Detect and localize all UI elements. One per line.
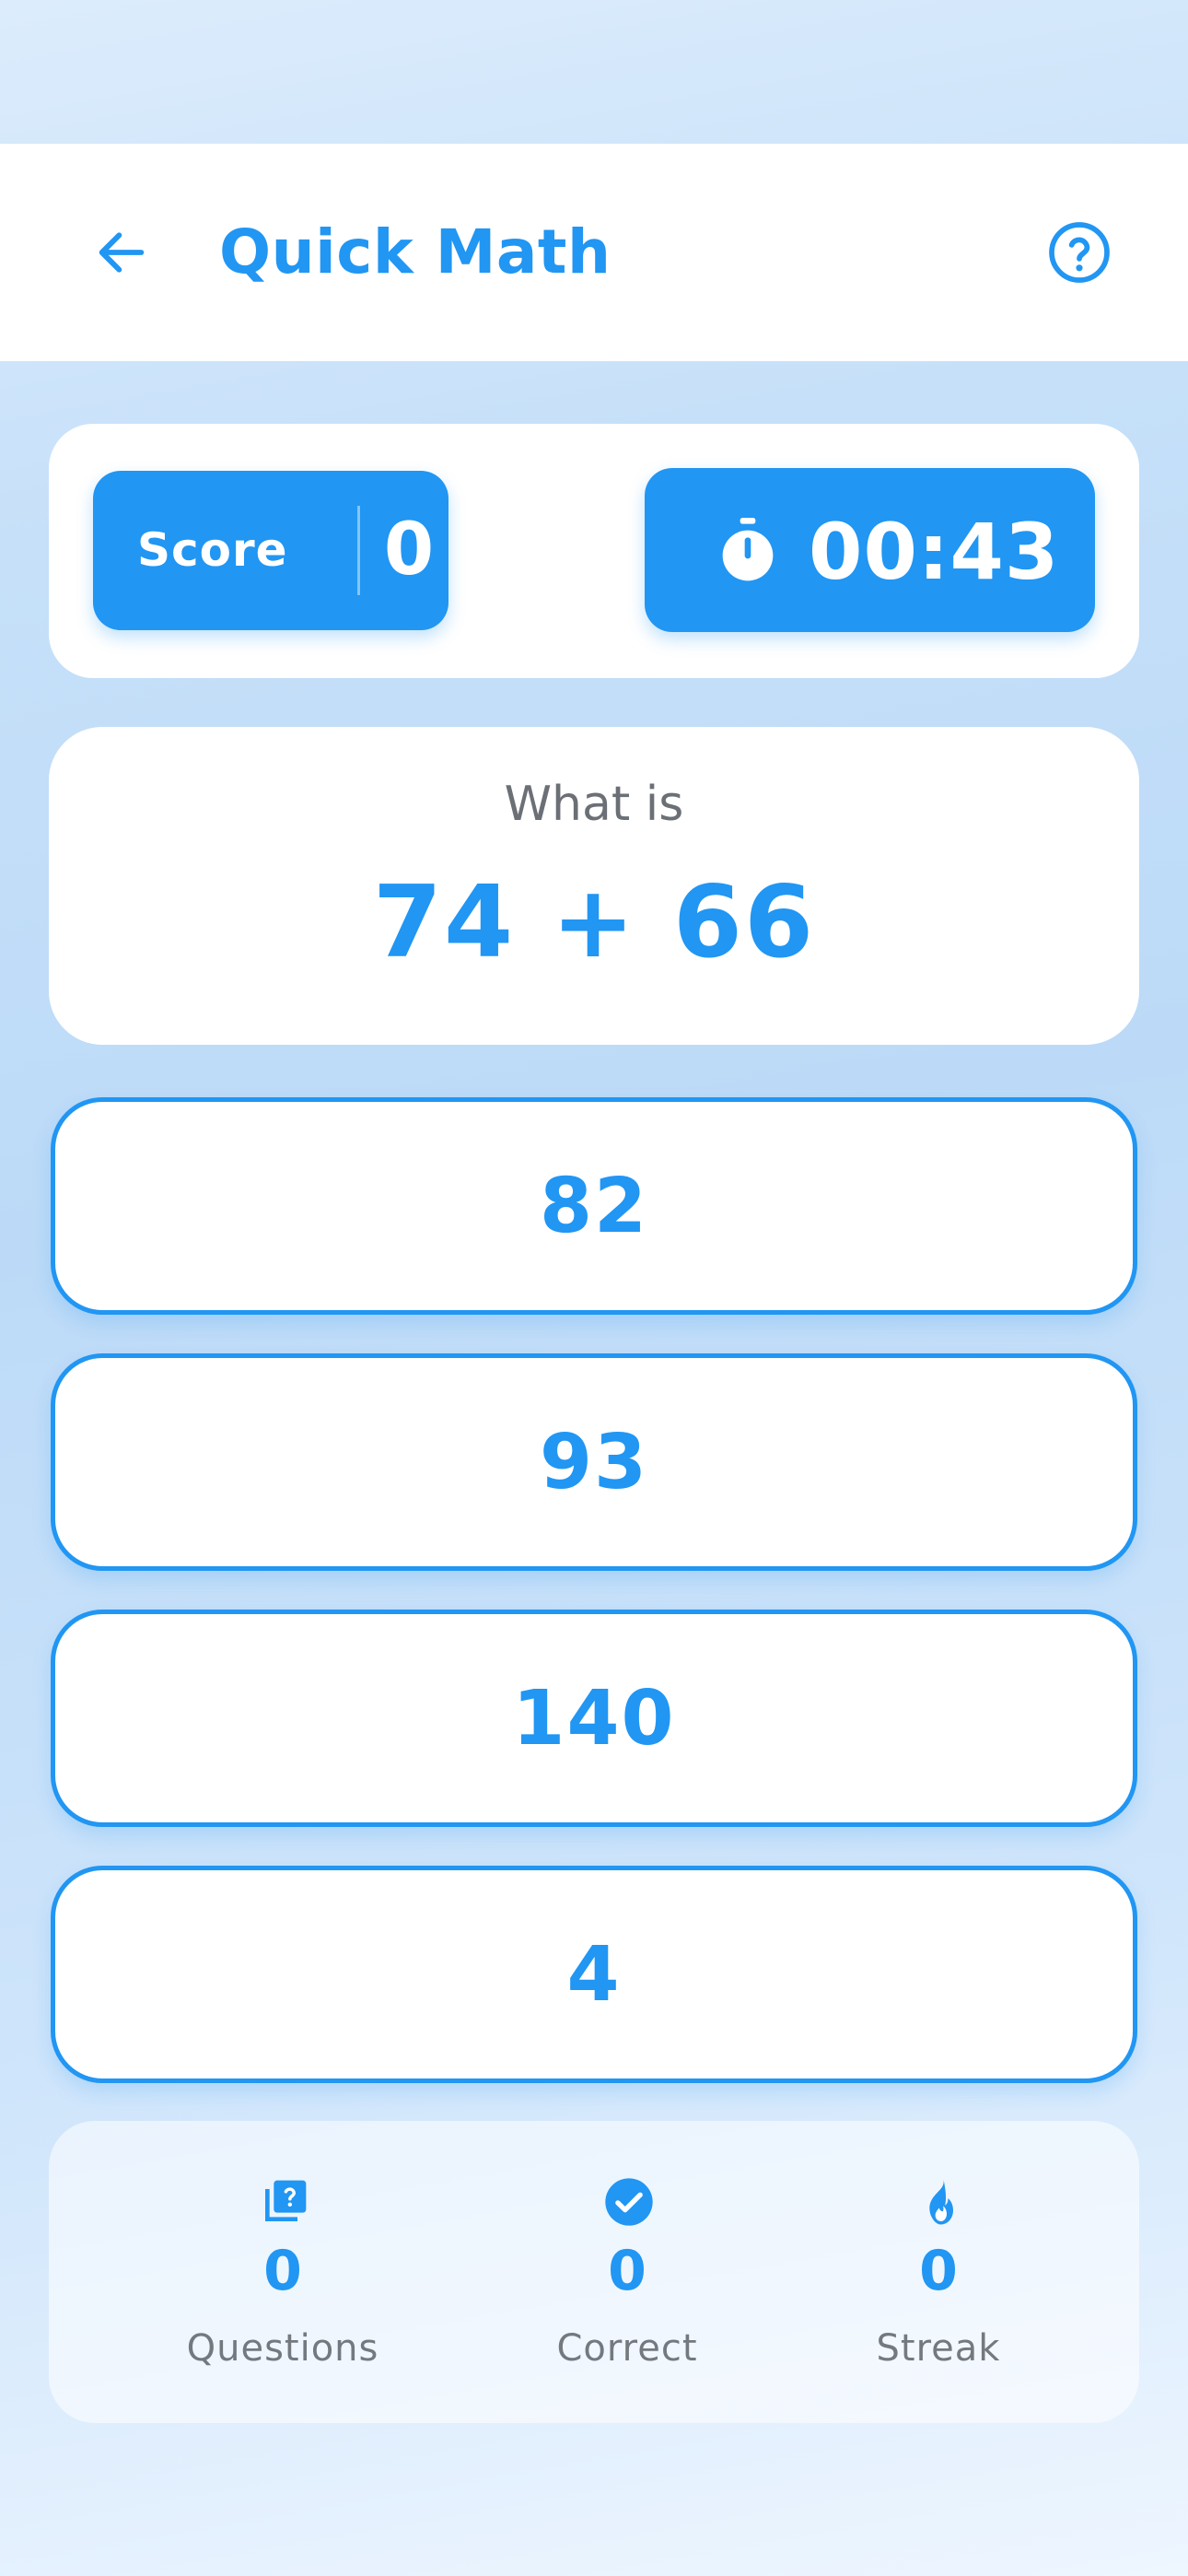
stat-streak: 0 Streak <box>800 2121 1077 2423</box>
stats-card: 0 Questions 0 Correct 0 Streak <box>49 2121 1139 2423</box>
question-prompt: What is <box>504 777 684 832</box>
answer-option-4[interactable]: 4 <box>51 1866 1137 2083</box>
back-button[interactable] <box>85 216 158 289</box>
fire-icon <box>929 2179 953 2225</box>
score-value: 0 <box>383 509 435 591</box>
page-title: Quick Math <box>219 217 611 287</box>
stopwatch-icon <box>722 518 774 581</box>
stat-correct-label: Correct <box>556 2327 698 2370</box>
question-cards-icon <box>265 2180 307 2221</box>
stat-correct-value: 0 <box>608 2239 646 2303</box>
stat-questions-label: Questions <box>186 2327 379 2370</box>
app-bar: Quick Math <box>0 144 1188 361</box>
question-card: What is 74 + 66 <box>49 727 1139 1045</box>
stat-streak-label: Streak <box>876 2327 1001 2370</box>
stat-questions-value: 0 <box>263 2239 302 2303</box>
score-label: Score <box>137 523 288 577</box>
check-circle-icon <box>605 2178 653 2226</box>
stat-questions: 0 Questions <box>145 2121 421 2423</box>
answer-option-1[interactable]: 82 <box>51 1097 1137 1315</box>
stat-correct: 0 Correct <box>489 2121 765 2423</box>
help-button[interactable] <box>1042 216 1116 289</box>
status-card: Score 0 00:43 <box>49 424 1139 678</box>
question-expression: 74 + 66 <box>372 865 816 980</box>
timer-value: 00:43 <box>809 507 1060 597</box>
score-badge: Score 0 <box>93 471 448 630</box>
stat-streak-value: 0 <box>919 2239 958 2303</box>
timer-badge: 00:43 <box>645 468 1095 632</box>
help-circle-icon <box>1049 222 1110 283</box>
answer-option-3[interactable]: 140 <box>51 1610 1137 1827</box>
answer-option-2[interactable]: 93 <box>51 1353 1137 1571</box>
score-divider <box>357 506 360 595</box>
arrow-left-icon <box>99 232 145 273</box>
